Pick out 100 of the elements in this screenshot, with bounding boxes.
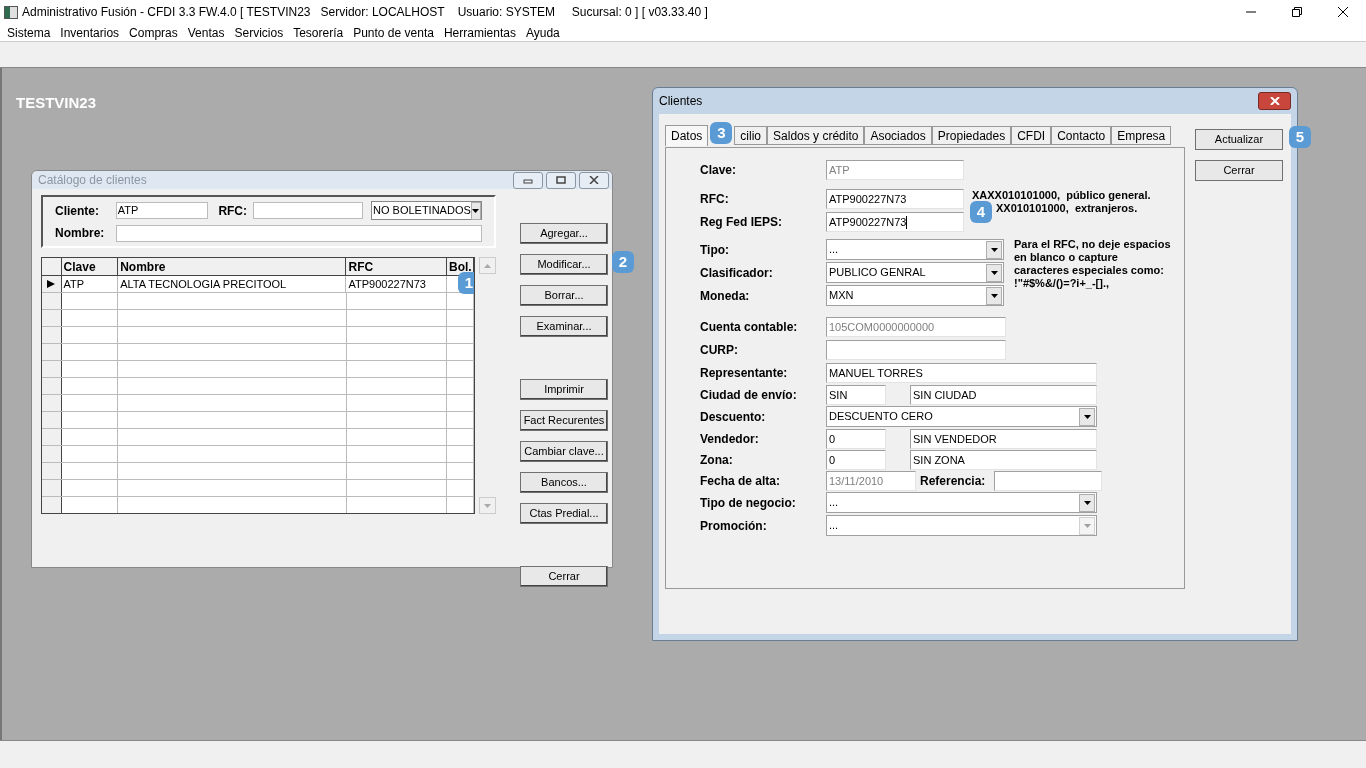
- row-header[interactable]: [42, 293, 62, 309]
- text-field[interactable]: 0: [826, 428, 886, 449]
- number-badge: 3: [710, 122, 733, 144]
- action-button[interactable]: Imprimir: [520, 378, 608, 400]
- field-label: Moneda:: [700, 287, 751, 305]
- text-field[interactable]: ATP: [115, 202, 209, 219]
- row-header[interactable]: [42, 463, 62, 479]
- row-header[interactable]: [42, 395, 62, 411]
- table-cell: ALTA TECNOLOGIA PRECITOOL: [118, 276, 347, 292]
- number-badge: 5: [1289, 126, 1311, 148]
- close-icon[interactable]: [1258, 92, 1291, 110]
- row-header[interactable]: [42, 378, 62, 394]
- text-field[interactable]: [116, 224, 482, 242]
- field-label: Nombre:: [55, 225, 106, 242]
- field-label: Reg Fed IEPS:: [700, 213, 783, 231]
- dropdown[interactable]: MXN: [826, 285, 1004, 306]
- text-field[interactable]: SIN: [826, 384, 886, 405]
- tab[interactable]: Empresa: [1111, 126, 1172, 145]
- column-header[interactable]: Nombre: [118, 258, 347, 275]
- field-label: RFC:: [700, 190, 730, 208]
- rfc-warning-note: Para el RFC, no deje espacios en blanco o capture caracteres especiales como: !"#$%&/()=?i+_-[].,: [1014, 238, 1172, 291]
- row-header[interactable]: [42, 446, 62, 462]
- table-cell: ATP: [61, 276, 119, 292]
- menu-item[interactable]: Ayuda: [520, 23, 565, 42]
- menu-item[interactable]: Inventarios: [55, 23, 125, 42]
- field-label: CURP:: [700, 341, 739, 359]
- menu-item[interactable]: Tesorería: [288, 23, 349, 42]
- field-label: Cliente:: [55, 202, 100, 220]
- dropdown[interactable]: DESCUENTO CERO: [826, 406, 1097, 427]
- action-button[interactable]: Examinar...: [520, 315, 608, 337]
- number-badge: 2: [612, 251, 634, 273]
- row-pointer-icon: [47, 280, 56, 288]
- row-header[interactable]: [42, 480, 62, 496]
- field-label: Fecha de alta:: [700, 472, 782, 490]
- action-button[interactable]: Bancos...: [520, 471, 608, 493]
- row-header[interactable]: [42, 429, 62, 445]
- field-label: Clave:: [700, 161, 738, 179]
- text-field[interactable]: [253, 202, 363, 219]
- dropdown[interactable]: ...: [826, 239, 1004, 260]
- close-icon[interactable]: [579, 171, 609, 189]
- tab[interactable]: Asociados: [864, 126, 932, 145]
- row-header[interactable]: [42, 412, 62, 428]
- menu-item[interactable]: Servicios: [229, 23, 289, 42]
- rfc-note: XAXX010101000, público general.: [972, 189, 1151, 202]
- field-label: Zona:: [700, 451, 734, 469]
- field-label: Referencia:: [920, 472, 987, 490]
- table-cell: ATP900227N73: [346, 276, 447, 292]
- field-label: Cuenta contable:: [700, 318, 799, 336]
- menu-item[interactable]: Herramientas: [438, 23, 521, 42]
- window-title: Clientes: [659, 93, 704, 110]
- row-header[interactable]: [42, 497, 62, 513]
- action-button[interactable]: Cambiar clave...: [520, 440, 608, 462]
- action-button[interactable]: Cerrar: [520, 565, 608, 587]
- text-cursor: [906, 216, 908, 230]
- menu-item[interactable]: Sistema: [2, 23, 56, 42]
- row-header[interactable]: [42, 327, 62, 343]
- window-title: Catálogo de clientes: [38, 172, 148, 189]
- tab[interactable]: Saldos y crédito: [767, 126, 865, 145]
- dropdown[interactable]: NO BOLETINADOS: [371, 201, 482, 220]
- app-icon: [4, 5, 18, 19]
- tab[interactable]: cilio: [734, 126, 768, 145]
- row-header[interactable]: [42, 344, 62, 360]
- field-label: Ciudad de envío:: [700, 386, 798, 404]
- action-button[interactable]: Actualizar: [1195, 128, 1283, 150]
- row-header[interactable]: [42, 310, 62, 326]
- row-header[interactable]: [42, 361, 62, 377]
- action-button[interactable]: Fact Recurentes: [520, 409, 608, 431]
- tab[interactable]: Contacto: [1051, 126, 1112, 145]
- field-label: Descuento:: [700, 408, 767, 426]
- field-label: Tipo:: [700, 241, 731, 259]
- minimize-icon[interactable]: [513, 171, 543, 189]
- menu-item[interactable]: Compras: [124, 23, 183, 42]
- number-badge: 1: [458, 272, 475, 294]
- text-field[interactable]: MANUEL TORRES: [826, 362, 1097, 383]
- action-button[interactable]: Ctas Predial...: [520, 502, 608, 524]
- text-field[interactable]: ATP900227N73: [826, 211, 964, 232]
- text-field[interactable]: ATP900227N73: [826, 188, 964, 209]
- action-button[interactable]: Borrar...: [520, 284, 608, 306]
- dropdown[interactable]: ...: [826, 492, 1097, 513]
- column-header[interactable]: Clave: [61, 258, 119, 275]
- tab[interactable]: Propiedades: [931, 126, 1012, 145]
- action-button[interactable]: Agregar...: [520, 222, 608, 244]
- menu-item[interactable]: Ventas: [182, 23, 230, 42]
- tab[interactable]: CFDI: [1011, 126, 1052, 145]
- action-button[interactable]: Modificar...: [520, 253, 608, 275]
- window-title: Administrativo Fusión - CFDI 3.3 FW.4.0 [ TESTVIN23 Servidor: LOCALHOST Usuario: SYSTEM Sucursal: 0 ] [ v03.33.40 ]: [22, 4, 709, 21]
- number-badge: 4: [970, 201, 992, 223]
- text-field[interactable]: [826, 339, 1006, 360]
- row-header[interactable]: [42, 276, 62, 292]
- field-label: Promoción:: [700, 517, 768, 535]
- field-label: RFC:: [218, 202, 249, 220]
- menu-item[interactable]: Punto de venta: [348, 23, 439, 42]
- tab[interactable]: Datos: [665, 125, 709, 146]
- field-label: Vendedor:: [700, 430, 760, 448]
- text-field[interactable]: 0: [826, 449, 886, 470]
- field-label: Tipo de negocio:: [700, 494, 797, 512]
- dropdown[interactable]: PUBLICO GENRAL: [826, 262, 1004, 283]
- action-button[interactable]: Cerrar: [1195, 159, 1283, 181]
- field-label: Clasificador:: [700, 264, 774, 282]
- column-header[interactable]: RFC: [346, 258, 447, 275]
